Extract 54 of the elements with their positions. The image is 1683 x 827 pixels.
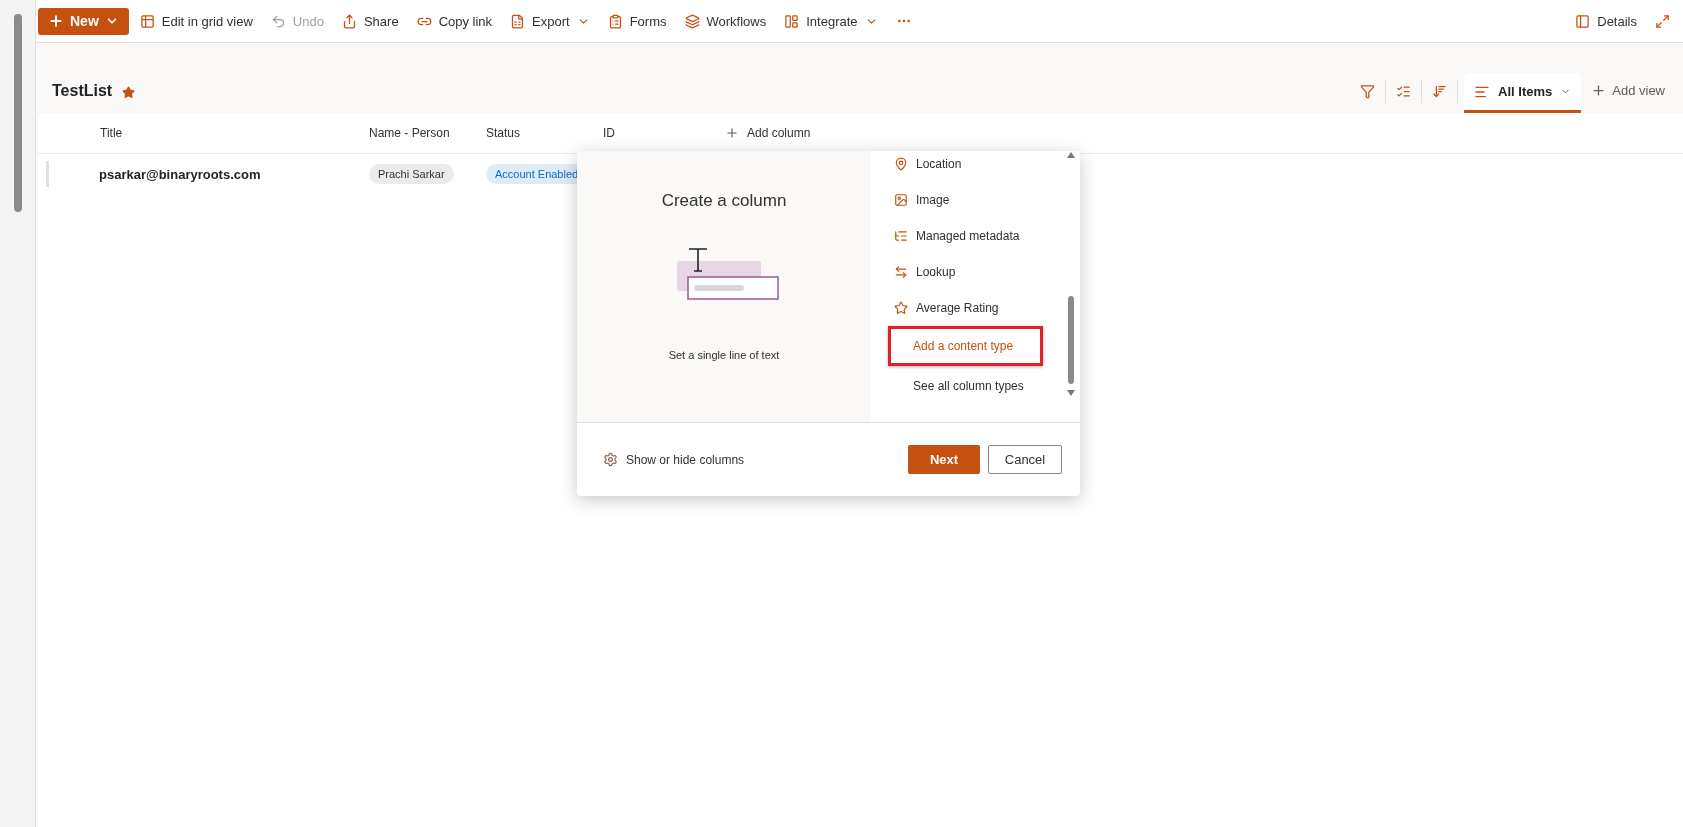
- column-type-option[interactable]: Image: [888, 182, 1043, 218]
- toolbar-button[interactable]: Copy link: [409, 6, 500, 36]
- toolbar-button[interactable]: Workflows: [677, 6, 774, 36]
- toolbar-button[interactable]: Edit in grid view: [132, 6, 260, 36]
- column-type-option[interactable]: See all column types: [888, 366, 1043, 406]
- expand-icon: [1655, 13, 1670, 29]
- person-chip: Prachi Sarkar: [369, 164, 454, 184]
- list-icon: [894, 229, 908, 243]
- column-type-option[interactable]: Location: [888, 151, 1043, 182]
- sort-icon: [1432, 83, 1448, 99]
- next-button[interactable]: Next: [908, 445, 980, 474]
- toolbar-button[interactable]: Forms: [600, 6, 674, 36]
- undo-icon: [270, 13, 286, 29]
- arrows-icon: [894, 265, 908, 279]
- form-icon: [607, 13, 623, 29]
- grid-icon: [139, 13, 155, 29]
- plus-icon: [1591, 82, 1607, 98]
- pin-icon: [894, 157, 908, 171]
- dialog-title: Create a column: [661, 191, 787, 211]
- view-tab[interactable]: All Items: [1464, 73, 1582, 113]
- star-icon[interactable]: [122, 86, 136, 99]
- checklist-icon: [1396, 83, 1412, 99]
- panel-icon: [1575, 13, 1591, 29]
- spreadsheet-icon: [510, 13, 526, 29]
- column-type-option[interactable]: Managed metadata: [888, 218, 1043, 254]
- column-header[interactable]: Name - Person: [369, 126, 486, 140]
- settings-icon: [603, 452, 618, 467]
- show-hide-columns-link[interactable]: Show or hide columns: [603, 452, 745, 467]
- new-button[interactable]: New: [38, 7, 129, 35]
- toolbar-button[interactable]: Integrate: [777, 6, 885, 36]
- column-type-option[interactable]: Average Rating: [888, 290, 1043, 326]
- column-type-option[interactable]: Lookup: [888, 254, 1043, 290]
- add-column-button[interactable]: Add column: [725, 126, 1683, 140]
- share-icon: [341, 13, 357, 29]
- plus-icon: [725, 126, 739, 140]
- add-view-button[interactable]: Add view: [1581, 70, 1675, 110]
- image-icon: [894, 193, 908, 207]
- star-icon: [894, 301, 908, 315]
- toolbar-button[interactable]: Export: [503, 6, 597, 36]
- toolbar-button[interactable]: Share: [334, 6, 406, 36]
- plus-icon: [48, 13, 64, 29]
- list-title: TestList: [51, 82, 113, 101]
- filter-icon: [1360, 83, 1376, 99]
- scroll-bar[interactable]: [0, 0, 36, 827]
- cancel-button[interactable]: Cancel: [988, 445, 1062, 474]
- column-header[interactable]: Status: [486, 126, 603, 140]
- details-button[interactable]: Details: [1568, 6, 1644, 36]
- column-header[interactable]: ID: [603, 126, 725, 140]
- preview-caption: Set a single line of text: [668, 349, 780, 361]
- table-cell: psarkar@binaryroots.com: [99, 166, 261, 182]
- panel-icon: [784, 13, 800, 29]
- column-header[interactable]: Title: [100, 126, 369, 140]
- layers-icon: [684, 13, 700, 29]
- column-type-option[interactable]: Add a content type: [888, 326, 1043, 366]
